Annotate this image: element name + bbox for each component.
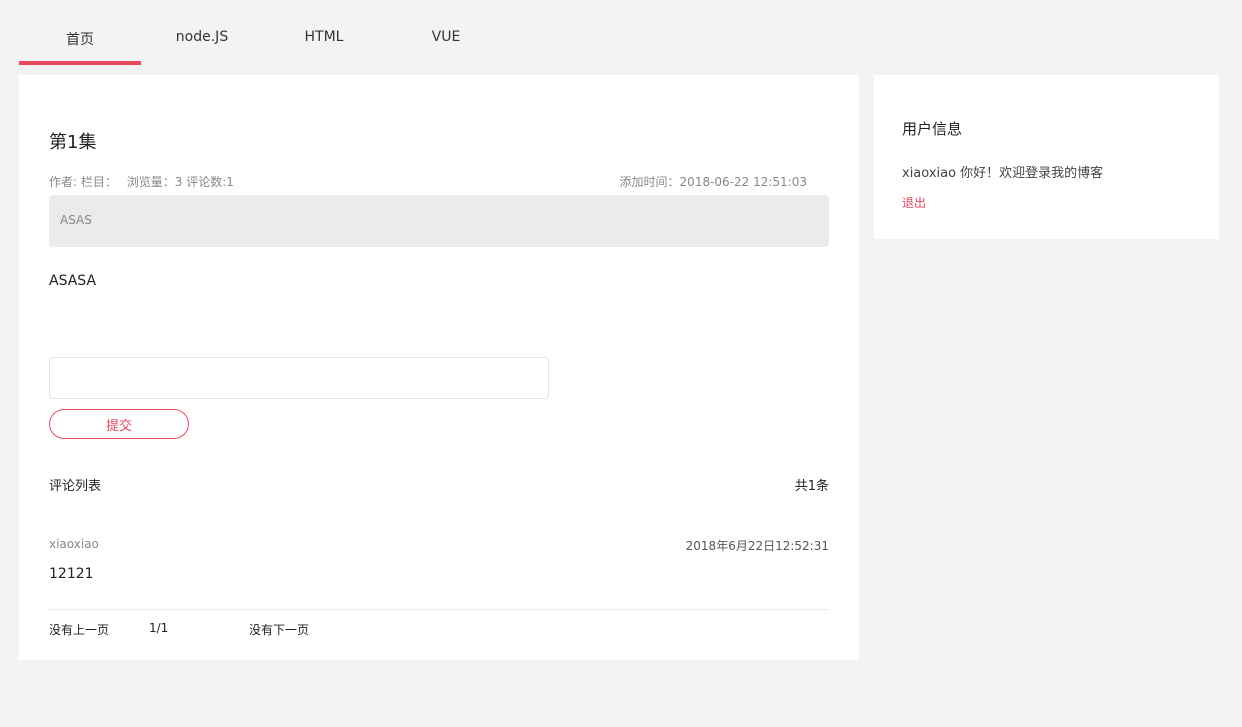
post-meta-left: 作者: 栏目： 浏览量：3 评论数:1	[49, 173, 234, 190]
comment-item: xiaoxiao 2018年6月22日12:52:31 12121	[49, 537, 829, 582]
column-label: 栏目：	[80, 175, 117, 189]
submit-button[interactable]: 提交	[49, 409, 189, 439]
comments-header: 评论列表 共1条	[49, 475, 829, 494]
tab-home-label: 首页	[66, 32, 94, 48]
top-nav: 首页 node.JS HTML VUE	[19, 0, 507, 65]
comment-time: 2018年6月22日12:52:31	[685, 539, 829, 553]
page-number: 1/1	[149, 621, 169, 635]
author-label: 作者:	[49, 175, 78, 189]
tab-html[interactable]: HTML	[263, 0, 385, 65]
post-description: ASAS	[49, 195, 829, 247]
tab-home[interactable]: 首页	[19, 0, 141, 65]
comment-meta: xiaoxiao 2018年6月22日12:52:31	[49, 537, 829, 554]
post-content: ASASA	[49, 273, 97, 289]
submit-button-label: 提交	[105, 418, 132, 434]
post-meta: 作者: 栏目： 浏览量：3 评论数:1 添加时间：2018-06-22 12:5…	[49, 173, 807, 190]
user-info-title: 用户信息	[902, 120, 963, 138]
added-label: 添加时间：	[619, 175, 680, 189]
tab-nodejs[interactable]: node.JS	[141, 0, 263, 65]
main-content: 第1集 作者: 栏目： 浏览量：3 评论数:1 添加时间：2018-06-22 …	[19, 75, 859, 660]
comment-input[interactable]	[49, 357, 549, 399]
added-time: 2018-06-22 12:51:03	[679, 175, 807, 189]
tab-vue-label: VUE	[431, 29, 461, 45]
pagination: 没有上一页 1/1 没有下一页	[49, 621, 349, 638]
user-info-panel: 用户信息 xiaoxiao 你好！欢迎登录我的博客 退出	[874, 75, 1219, 239]
user-greeting: xiaoxiao 你好！欢迎登录我的博客	[902, 166, 1104, 181]
next-page[interactable]: 没有下一页	[249, 621, 349, 638]
tab-html-label: HTML	[304, 29, 344, 45]
tab-nodejs-label: node.JS	[175, 29, 229, 45]
post-title: 第1集	[49, 132, 97, 153]
divider	[49, 609, 829, 610]
logout-link[interactable]: 退出	[902, 194, 926, 211]
comments-list-title: 评论列表	[49, 479, 102, 494]
post-meta-right: 添加时间：2018-06-22 12:51:03	[620, 173, 807, 190]
views-label: 浏览量：	[126, 175, 175, 189]
tab-vue[interactable]: VUE	[385, 0, 507, 65]
comment-text: 12121	[49, 566, 94, 582]
views-count: 3	[174, 175, 183, 189]
comments-label: 评论数:	[186, 175, 227, 189]
comment-user: xiaoxiao	[49, 537, 99, 551]
comments-count: 1	[226, 175, 234, 189]
prev-page[interactable]: 没有上一页	[49, 621, 149, 638]
comments-total: 共1条	[794, 479, 829, 494]
